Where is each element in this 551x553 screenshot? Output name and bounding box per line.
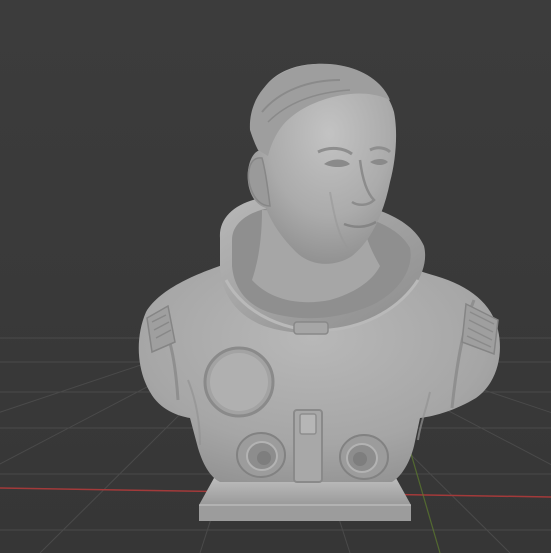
- bust-base: [199, 478, 411, 521]
- right-chest-connector: [339, 434, 389, 480]
- astronaut-bust-model[interactable]: [138, 63, 500, 521]
- left-chest-connector: [236, 432, 286, 478]
- center-zipper-panel: [293, 409, 323, 483]
- chest-badge: [203, 346, 275, 418]
- 3d-viewport[interactable]: [0, 0, 551, 553]
- viewport-scene[interactable]: [0, 0, 551, 553]
